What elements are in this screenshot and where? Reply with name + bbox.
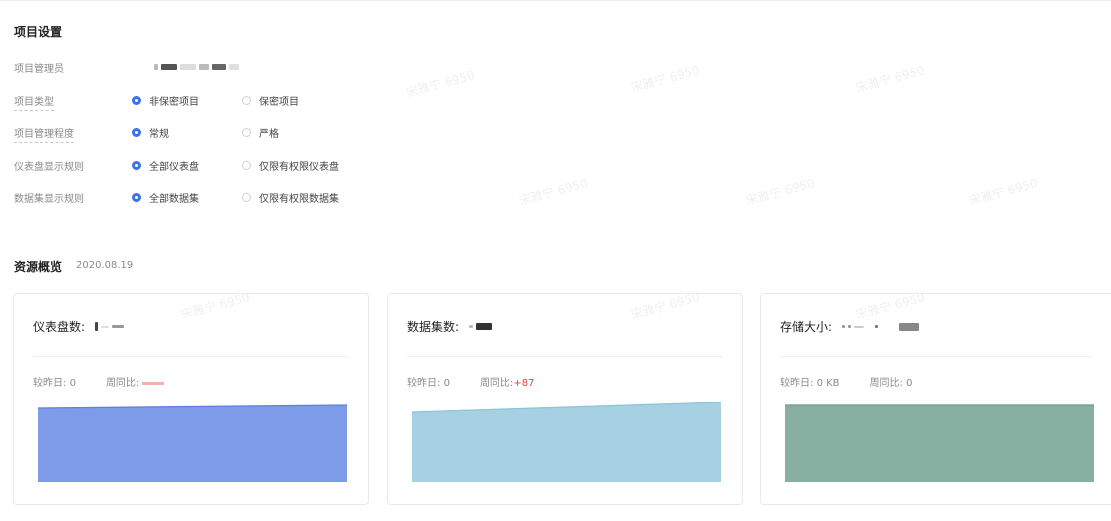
card-title: 存储大小:: [780, 320, 833, 334]
watermark: 宋雅宁 6950: [517, 176, 590, 208]
setting-row-project-type: 项目类型 非保密项目 保密项目: [14, 90, 323, 111]
section-title-project-settings: 项目设置: [14, 25, 63, 39]
day-compare-value: 0: [443, 378, 450, 389]
admin-label: 项目管理员: [14, 63, 64, 75]
radio-option-regular[interactable]: 常规: [132, 125, 218, 140]
setting-row-dashboard-rule: 仪表盘显示规则 全部仪表盘 仅限有权限仪表盘: [14, 155, 363, 175]
setting-row-dataset-rule: 数据集显示规则 全部数据集 仅限有权限数据集: [14, 187, 363, 207]
value-redacted: [469, 323, 493, 330]
dataset-rule-label: 数据集显示规则: [14, 193, 84, 205]
radio-checked-icon: [132, 160, 141, 170]
radio-checked-icon: [132, 95, 141, 105]
radio-option-permitted-datasets[interactable]: 仅限有权限数据集: [242, 190, 339, 205]
radio-option-all-datasets[interactable]: 全部数据集: [132, 190, 218, 205]
week-compare-redacted: [142, 381, 165, 385]
radio-checked-icon: [132, 192, 141, 202]
trend-area-chart: [785, 404, 1094, 482]
day-compare-value: 0: [69, 378, 76, 389]
card-dataset-count: 数据集数: 较昨日: 0 周同比:+87: [387, 293, 743, 505]
radio-checked-icon: [132, 127, 141, 137]
trend-area-chart: [412, 402, 721, 482]
top-divider: [0, 0, 1111, 1]
setting-row-admin: 项目管理员: [14, 57, 239, 77]
card-title: 数据集数:: [407, 320, 460, 334]
watermark: 宋雅宁 6950: [854, 63, 927, 95]
week-compare-value: +87: [513, 378, 535, 389]
week-compare-value: 0: [906, 378, 913, 389]
setting-row-management-level: 项目管理程度 常规 严格: [14, 122, 303, 143]
card-divider: [33, 356, 349, 357]
section-title-resource-overview: 资源概览: [14, 260, 63, 274]
dashboard-rule-label: 仪表盘显示规则: [14, 161, 84, 173]
management-level-label: 项目管理程度: [14, 128, 74, 143]
radio-unchecked-icon: [242, 192, 251, 202]
card-divider: [407, 356, 723, 357]
day-compare-label: 较昨日:: [407, 378, 441, 389]
watermark: 宋雅宁 6950: [629, 63, 702, 95]
card-storage-size: 存储大小: 较昨日: 0 KB 周同比: 0: [760, 293, 1111, 505]
radio-option-non-confidential[interactable]: 非保密项目: [132, 93, 218, 108]
trend-area: [785, 405, 1094, 482]
radio-option-confidential[interactable]: 保密项目: [242, 93, 299, 108]
project-type-label: 项目类型: [14, 96, 54, 111]
week-compare-label: 周同比:: [869, 378, 903, 389]
trend-area: [412, 402, 721, 482]
value-redacted: [95, 322, 125, 331]
radio-option-all-dashboards[interactable]: 全部仪表盘: [132, 158, 218, 173]
overview-date: 2020.08.19: [76, 260, 134, 271]
day-compare-label: 较昨日:: [780, 378, 814, 389]
week-compare-label: 周同比:: [105, 378, 140, 389]
card-divider: [780, 356, 1092, 357]
card-title: 仪表盘数:: [33, 320, 86, 334]
radio-option-permitted-dashboards[interactable]: 仅限有权限仪表盘: [242, 158, 339, 173]
trend-area: [38, 405, 347, 482]
value-redacted: [842, 322, 920, 331]
radio-unchecked-icon: [242, 160, 251, 170]
watermark: 宋雅宁 6950: [967, 176, 1040, 208]
admin-value-redacted: [154, 64, 239, 70]
watermark: 宋雅宁 6950: [744, 176, 817, 208]
day-compare-label: 较昨日:: [33, 378, 67, 389]
radio-option-strict[interactable]: 严格: [242, 125, 279, 140]
radio-unchecked-icon: [242, 95, 251, 105]
day-compare-value: 0 KB: [816, 378, 840, 389]
radio-unchecked-icon: [242, 127, 251, 137]
week-compare-label: 周同比:: [479, 378, 514, 389]
watermark: 宋雅宁 6950: [404, 68, 477, 100]
trend-area-chart: [38, 404, 347, 482]
card-dashboard-count: 仪表盘数: 较昨日: 0 周同比:: [13, 293, 369, 505]
